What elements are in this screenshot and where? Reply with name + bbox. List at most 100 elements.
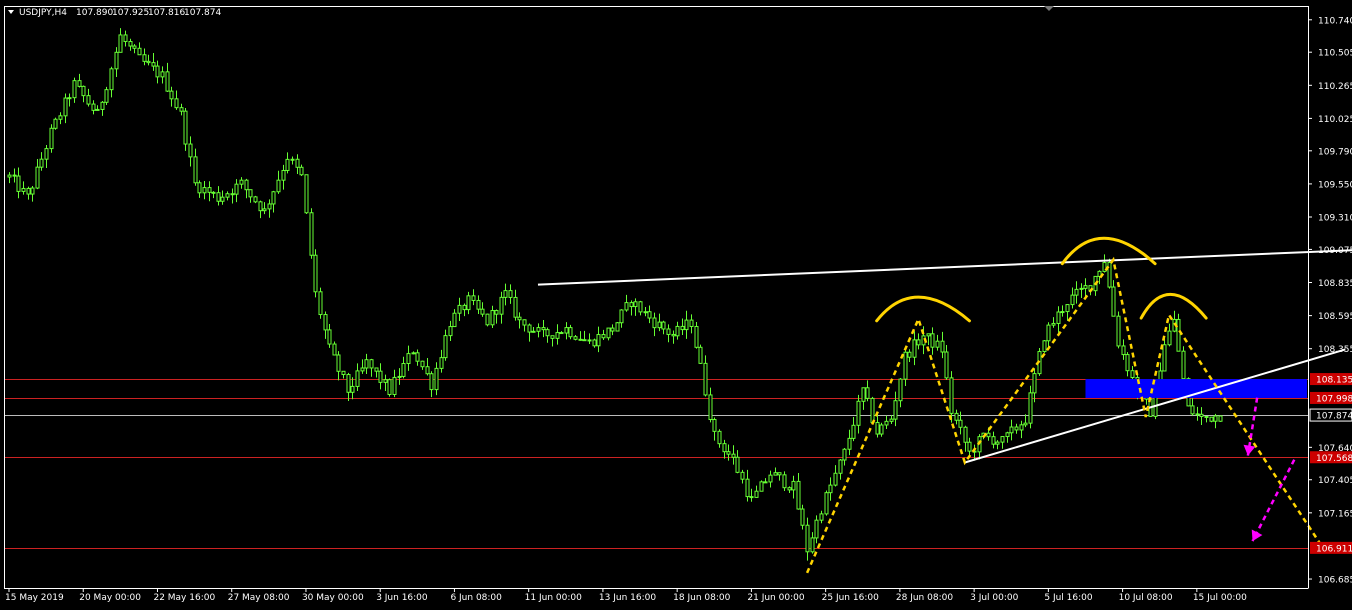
price-tick-label: 110.265 [1318, 82, 1352, 92]
price-chart[interactable]: 110.740 110.505 110.265 110.025 109.790 109.5… [0, 0, 1352, 610]
candle-body [800, 508, 805, 526]
candle-body [151, 62, 156, 67]
candle-body [1079, 287, 1084, 290]
level-price-tag-label: 107.998 [1316, 394, 1352, 404]
ohlc-close: 107.874 [184, 8, 221, 18]
candle-body [332, 343, 337, 356]
candle-body [958, 419, 963, 428]
candle-body [1005, 432, 1010, 438]
candle-body [527, 324, 532, 333]
candle-body [666, 328, 671, 335]
candle-body [624, 302, 629, 311]
candle-body [773, 472, 778, 476]
candle-body [327, 329, 332, 345]
candle-body [39, 158, 44, 168]
candle-body [425, 366, 430, 375]
candle-body [1009, 426, 1014, 434]
candle-body [754, 490, 759, 498]
candle-body [313, 254, 318, 293]
candle-body [749, 496, 754, 499]
candle-body [856, 400, 861, 426]
candle-body [197, 182, 202, 194]
time-tick-label: 13 Jun 16:00 [599, 593, 656, 603]
candle-body [193, 156, 198, 184]
candle-body [183, 110, 188, 145]
candle-body [225, 193, 230, 198]
candle-body [847, 437, 852, 450]
candle-body [448, 326, 453, 337]
candle-body [350, 385, 355, 393]
candle-body [318, 291, 323, 316]
candle-body [1014, 426, 1019, 431]
time-tick-label: 3 Jun 16:00 [376, 593, 428, 603]
candle-body [531, 330, 536, 333]
candle-body [1032, 373, 1037, 394]
candle-body [165, 71, 170, 92]
time-tick-label: 11 Jun 00:00 [525, 593, 582, 603]
candle-body [1107, 262, 1112, 288]
time-tick-label: 6 Jun 08:00 [450, 593, 502, 603]
candle-body [44, 148, 49, 160]
time-tick-label: 10 Jul 08:00 [1119, 593, 1173, 603]
candle-body [652, 317, 657, 329]
candle-body [647, 311, 652, 319]
candle-body [791, 480, 796, 491]
candle-body [582, 339, 587, 342]
candle-body [601, 334, 606, 339]
candle-body [490, 310, 495, 326]
candle-body [267, 203, 272, 210]
candle-body [638, 301, 643, 313]
candle-body [262, 208, 267, 212]
candle-body [703, 362, 708, 396]
candle-body [443, 335, 448, 359]
candle-body [1125, 354, 1130, 372]
supply-zone-rectangle[interactable] [1085, 379, 1307, 398]
candle-body [1000, 436, 1005, 443]
candle-body [434, 367, 439, 391]
candle-body [132, 45, 137, 49]
candle-body [142, 54, 147, 62]
candle-body [763, 481, 768, 484]
price-tick-label: 109.075 [1318, 246, 1352, 256]
candle-body [777, 472, 782, 476]
candle-body [865, 387, 870, 399]
candle-body [578, 338, 583, 341]
candle-body [30, 187, 35, 195]
candle-body [963, 426, 968, 443]
candle-body [118, 34, 123, 53]
candle-body [494, 310, 499, 315]
time-tick-label: 5 Jul 16:00 [1044, 593, 1093, 603]
price-tick-label: 110.505 [1318, 49, 1352, 59]
candle-body [884, 420, 889, 426]
candle-body [940, 340, 945, 353]
candle-body [833, 472, 838, 486]
candle-body [299, 166, 304, 176]
candle-body [146, 60, 151, 64]
candle-body [285, 158, 290, 171]
candle-body [592, 339, 597, 347]
price-tick-label: 108.835 [1318, 279, 1352, 289]
candle-body [1209, 416, 1214, 422]
candle-body [805, 524, 810, 553]
candle-body [26, 187, 31, 195]
candle-body [568, 327, 573, 338]
candle-body [944, 351, 949, 379]
candle-body [508, 290, 513, 298]
candle-body [336, 354, 341, 372]
candle-body [109, 68, 114, 91]
candle-body [95, 108, 100, 111]
candle-body [202, 187, 207, 194]
candle-body [995, 441, 1000, 445]
candle-body [513, 296, 518, 318]
candle-body [619, 309, 624, 324]
candle-body [220, 196, 225, 202]
candle-body [63, 97, 68, 117]
candle-body [875, 422, 880, 435]
ohlc-low: 107.816 [148, 8, 185, 18]
candle-body [1070, 294, 1075, 306]
candle-body [304, 174, 309, 214]
candle-body [355, 370, 360, 387]
candle-body [216, 192, 221, 202]
candle-body [954, 412, 959, 421]
candle-body [903, 351, 908, 380]
